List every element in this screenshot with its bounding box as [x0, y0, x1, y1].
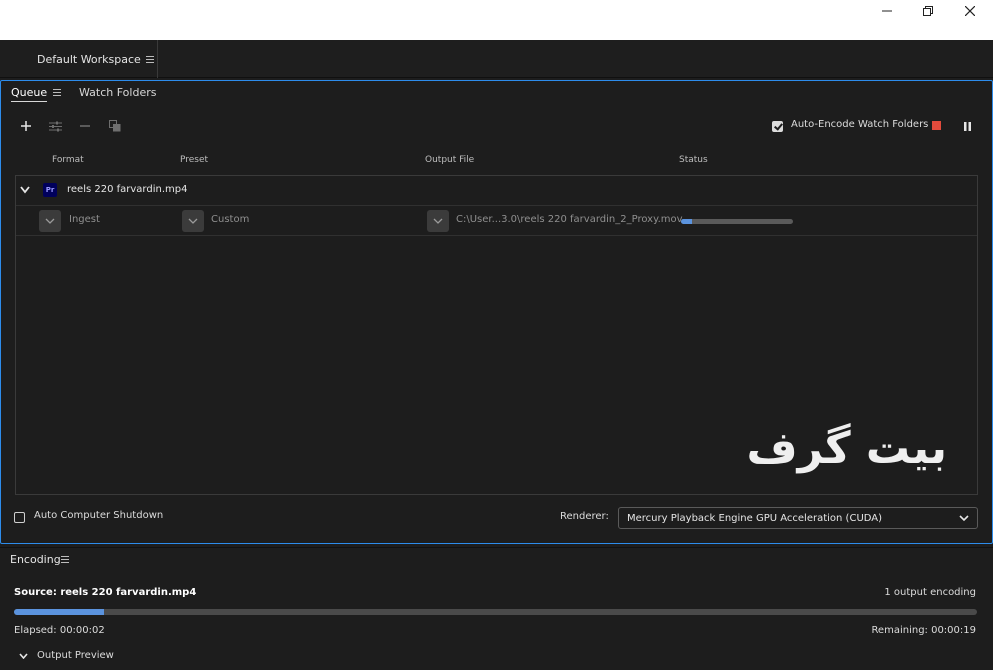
pause-icon [964, 122, 971, 131]
auto-encode-label: Auto-Encode Watch Folders [791, 119, 929, 130]
queue-list: Pr reels 220 farvardin.mp4 Ingest Custom… [15, 175, 978, 495]
item-progress-fill [681, 219, 693, 224]
window-titlebar [0, 0, 993, 40]
output-file-path[interactable]: C:\User...3.0\reels 220 farvardin_2_Prox… [456, 214, 683, 225]
renderer-select[interactable]: Mercury Playback Engine GPU Acceleration… [618, 507, 978, 529]
close-button[interactable] [950, 0, 990, 22]
item-progress-bar [681, 219, 793, 224]
column-preset[interactable]: Preset [180, 155, 208, 165]
elapsed-time: Elapsed: 00:00:02 [14, 625, 105, 636]
premiere-icon: Pr [43, 183, 57, 197]
remaining-time: Remaining: 00:00:19 [871, 625, 976, 636]
queue-tabs: Queue Watch Folders [11, 86, 156, 102]
minimize-button[interactable] [867, 0, 907, 22]
column-output-file[interactable]: Output File [425, 155, 474, 165]
output-count: 1 output encoding [884, 587, 976, 598]
add-source-button[interactable] [18, 118, 34, 134]
output-dropdown[interactable] [427, 210, 449, 232]
chevron-down-icon [45, 218, 55, 224]
auto-shutdown-checkbox[interactable] [14, 512, 25, 523]
minus-icon [80, 125, 90, 127]
workspace-bar: Default Workspace [0, 40, 993, 78]
format-value[interactable]: Ingest [69, 214, 100, 225]
queue-menu-icon[interactable] [53, 89, 62, 96]
output-row[interactable]: Ingest Custom C:\User...3.0\reels 220 fa… [16, 206, 977, 236]
pause-button[interactable] [963, 121, 972, 131]
menu-icon[interactable] [145, 55, 154, 63]
restore-icon [923, 6, 933, 16]
settings-button[interactable] [47, 118, 63, 134]
stop-button[interactable] [932, 121, 941, 130]
column-format[interactable]: Format [52, 155, 84, 165]
preset-value[interactable]: Custom [211, 214, 249, 225]
encoding-source: Source: reels 220 farvardin.mp4 [14, 587, 197, 598]
close-icon [965, 6, 975, 16]
queue-panel: Queue Watch Folders Auto-Encode Watch Fo… [0, 80, 993, 544]
encoding-panel: Encoding Source: reels 220 farvardin.mp4… [0, 547, 993, 670]
source-row[interactable]: Pr reels 220 farvardin.mp4 [16, 176, 977, 206]
restore-button[interactable] [908, 0, 948, 22]
sliders-icon [48, 121, 62, 131]
tab-watch-folders[interactable]: Watch Folders [79, 86, 156, 101]
encoding-title[interactable]: Encoding [10, 553, 61, 566]
chevron-down-icon [959, 515, 969, 522]
duplicate-button[interactable] [107, 118, 123, 134]
watermark-logo: بیت گرف [746, 423, 947, 474]
encoding-progress-fill [14, 609, 104, 615]
source-name: reels 220 farvardin.mp4 [67, 184, 188, 195]
output-preview-toggle[interactable]: Output Preview [37, 650, 114, 661]
preset-dropdown[interactable] [182, 210, 204, 232]
column-status[interactable]: Status [679, 155, 708, 165]
renderer-label: Renderer: [560, 511, 609, 522]
chevron-down-icon [188, 218, 198, 224]
auto-shutdown-label: Auto Computer Shutdown [34, 510, 164, 521]
chevron-down-icon[interactable] [19, 653, 28, 659]
format-dropdown[interactable] [39, 210, 61, 232]
plus-icon [21, 121, 31, 131]
remove-button[interactable] [77, 118, 93, 134]
tab-queue[interactable]: Queue [11, 86, 48, 102]
workspace-label: Default Workspace [37, 52, 141, 66]
workspace-selector[interactable]: Default Workspace [0, 40, 158, 78]
chevron-down-icon [433, 218, 443, 224]
encoding-menu-icon[interactable] [61, 556, 69, 563]
duplicate-icon [109, 120, 121, 132]
minimize-icon [882, 10, 892, 12]
encoding-progress-bar [14, 609, 977, 615]
auto-encode-checkbox[interactable] [772, 121, 783, 132]
chevron-down-icon[interactable] [20, 186, 30, 194]
renderer-value: Mercury Playback Engine GPU Acceleration… [627, 512, 883, 524]
